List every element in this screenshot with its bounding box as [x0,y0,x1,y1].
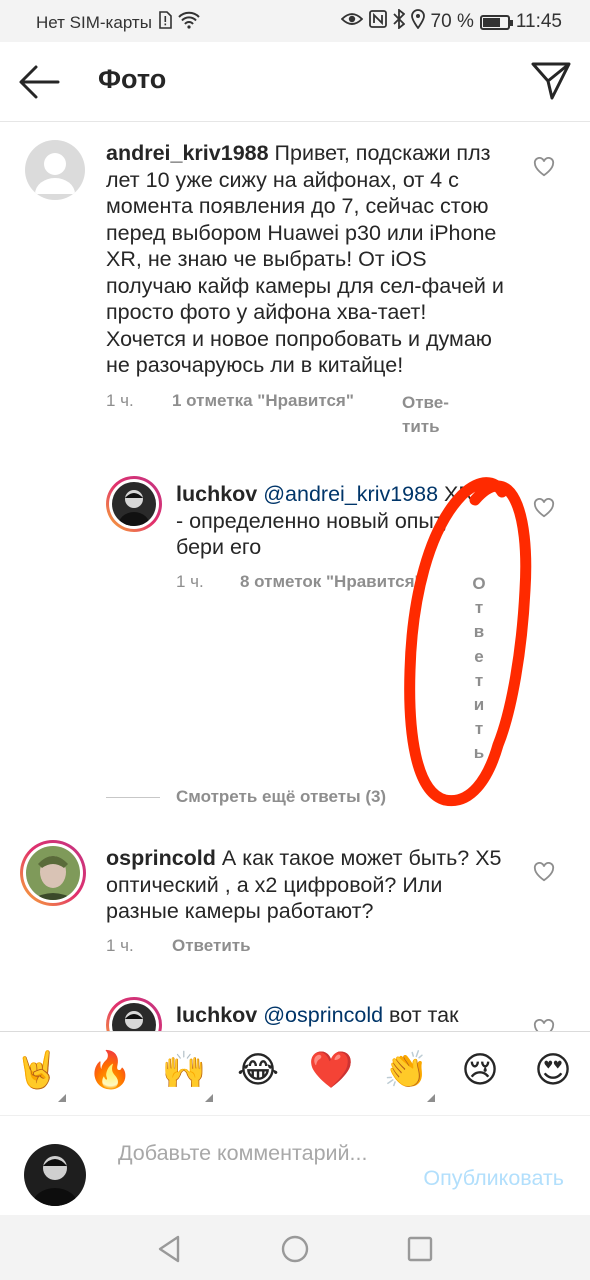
comment-username[interactable]: andrei_kriv1988 [106,141,269,165]
emoji-heart-eyes[interactable]: 😍 [529,1050,577,1090]
comment-time: 1 ч. [106,936,134,955]
comment-time: 1 ч. [176,572,204,591]
location-icon [410,9,425,35]
emoji-clap[interactable]: 👏 [382,1050,430,1090]
reply-button[interactable]: Отве-тить [402,391,462,439]
status-bar: Нет SIM-карты 70 % 11:45 [0,0,590,42]
comment-text: luchkov @andrei_kriv1988 XR - определенн… [176,481,476,561]
divider [106,796,160,798]
comment-meta: 1 ч. [106,391,134,411]
comment-input[interactable]: Добавьте комментарий... [118,1140,398,1167]
heart-icon[interactable] [533,498,555,518]
emoji-more-indicator [427,1094,435,1102]
eye-icon [340,11,363,33]
view-more-label: Смотреть ещё ответы (3) [176,787,387,806]
mention-link[interactable]: @andrei_kriv1988 [263,482,438,506]
comment-composer: Добавьте комментарий... Опубликовать [0,1115,590,1215]
emoji-bar: 🤘 🔥 🙌 😂 ❤️ 👏 😢 😍 [0,1031,590,1115]
header: Фото [0,42,590,122]
emoji-joy[interactable]: 😂 [234,1050,282,1090]
emoji-rock-on[interactable]: 🤘 [13,1050,61,1090]
avatar[interactable] [25,140,85,200]
reply-button[interactable]: Ответить [172,936,251,956]
battery-level-fill [482,17,500,27]
likes-count[interactable]: 1 отметка "Нравится" [172,391,354,411]
post-button[interactable]: Опубликовать [423,1166,564,1191]
emoji-raised-hands[interactable]: 🙌 [160,1050,208,1090]
avatar[interactable] [106,476,162,532]
back-button[interactable] [18,62,62,102]
clock: 11:45 [515,11,562,32]
carrier-label: Нет SIM-карты [36,12,152,32]
emoji-more-indicator [58,1094,66,1102]
heart-icon[interactable] [533,157,555,177]
emoji-fire[interactable]: 🔥 [86,1050,134,1090]
wifi-icon [178,11,200,34]
comment-username[interactable]: luchkov [176,482,257,506]
emoji-cry[interactable]: 😢 [456,1050,504,1090]
battery-icon [479,14,513,30]
nav-back-icon[interactable] [154,1233,186,1265]
emoji-heart[interactable]: ❤️ [307,1050,355,1090]
paper-plane-icon [531,62,571,100]
avatar[interactable] [20,840,86,906]
my-avatar [24,1144,86,1206]
comment-body: Привет, подскажи плз лет 10 уже сижу на … [106,141,504,377]
comment-text: luchkov @osprincold вот так [176,1002,486,1029]
sim-alert-icon [158,11,172,34]
send-button[interactable] [530,60,572,102]
reply-button[interactable]: Ответить [470,572,488,766]
battery-percent: 70 % [430,11,474,32]
mention-link[interactable]: @osprincold [263,1003,383,1027]
comment-text: osprincold А как такое может быть? X5 оп… [106,845,506,925]
nav-recents-icon[interactable] [404,1233,436,1265]
comment-time: 1 ч. [106,391,134,410]
comment-text: andrei_kriv1988 Привет, подскажи плз лет… [106,140,511,379]
bluetooth-icon [392,8,405,35]
comment-username[interactable]: luchkov [176,1003,257,1027]
arrow-left-icon [19,65,60,99]
comment-username[interactable]: osprincold [106,846,216,870]
page-title: Фото [98,64,167,94]
view-more-replies[interactable]: Смотреть ещё ответы (3) [106,787,386,807]
system-nav-bar [0,1215,590,1280]
heart-icon[interactable] [533,862,555,882]
comment-body: вот так [389,1003,459,1027]
likes-count[interactable]: 8 отметок "Нравится" [240,572,423,592]
nfc-icon [368,10,387,34]
nav-home-icon[interactable] [279,1233,311,1265]
emoji-more-indicator [205,1094,213,1102]
